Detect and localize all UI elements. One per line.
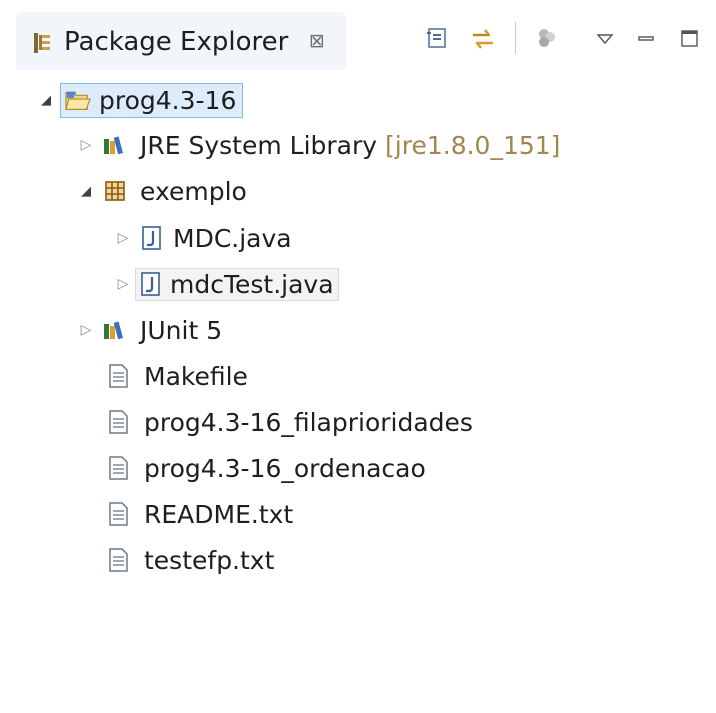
tree-item-label: mdcTest.java [170, 269, 334, 299]
expanded-twisty-icon[interactable]: ◢ [76, 181, 96, 201]
expanded-twisty-icon[interactable]: ◢ [36, 90, 56, 110]
tree-item-package[interactable]: ◢ exemplo [76, 171, 251, 211]
close-icon[interactable]: ⊠ [309, 30, 325, 52]
tree-item-label: JUnit 5 [140, 315, 223, 345]
tree-item-filaprioridades[interactable]: prog4.3-16_filaprioridades [100, 402, 477, 442]
package-explorer-icon [32, 32, 54, 54]
tree-item-label: prog4.3-16 [99, 85, 237, 115]
text-file-icon [106, 501, 132, 527]
tree-item-label: prog4.3-16_filaprioridades [144, 407, 473, 437]
java-file-icon [139, 225, 165, 251]
collapsed-twisty-icon[interactable]: ▷ [76, 135, 96, 155]
collapsed-twisty-icon[interactable]: ▷ [113, 228, 133, 248]
text-file-icon [106, 455, 132, 481]
maximize-icon[interactable] [675, 24, 705, 54]
text-file-icon [106, 547, 132, 573]
tree-item-junit-library[interactable]: ▷ JUnit 5 [76, 310, 226, 350]
library-icon [102, 132, 128, 158]
tree-item-mdc-java[interactable]: ▷ MDC.java [113, 218, 296, 258]
tree-item-label: prog4.3-16_ordenacao [144, 453, 426, 483]
tree-item-makefile[interactable]: Makefile [100, 356, 252, 396]
tree-item-ordenacao[interactable]: prog4.3-16_ordenacao [100, 448, 430, 488]
collapsed-twisty-icon[interactable]: ▷ [113, 274, 133, 294]
view-menu-icon[interactable] [590, 24, 620, 54]
tree-item-testefp[interactable]: testefp.txt [100, 540, 278, 580]
jre-version-decoration: [jre1.8.0_151] [385, 130, 561, 160]
tree-item-label: README.txt [144, 499, 294, 529]
tree-item-label: Makefile [144, 361, 248, 391]
tree-item-label: exemplo [140, 176, 247, 206]
text-file-icon [106, 363, 132, 389]
view-header: Package Explorer ⊠ [0, 0, 716, 70]
tree-item-label: JRE System Library [jre1.8.0_151] [140, 130, 561, 160]
package-icon [102, 178, 128, 204]
toolbar-separator [515, 22, 516, 54]
text-file-icon [106, 409, 132, 435]
open-project-folder-icon [65, 87, 91, 113]
view-title: Package Explorer [64, 27, 289, 57]
selected-item[interactable]: prog4.3-16 [60, 82, 244, 118]
collapse-all-icon[interactable] [423, 24, 453, 54]
tree-item-label: testefp.txt [144, 545, 275, 575]
tree-item-mdctest-java[interactable]: ▷ mdcTest.java [113, 264, 339, 304]
library-icon [102, 317, 128, 343]
hovered-item[interactable]: mdcTest.java [135, 267, 339, 301]
collapsed-twisty-icon[interactable]: ▷ [76, 320, 96, 340]
java-file-icon [138, 271, 164, 297]
tree-item-jre-library[interactable]: ▷ JRE System Library [jre1.8.0_151] [76, 125, 564, 165]
package-explorer-view: Package Explorer ⊠ ◢ prog4.3-16 ▷ JRE Sy… [0, 0, 716, 713]
tree-item-readme[interactable]: README.txt [100, 494, 297, 534]
minimize-icon[interactable] [631, 24, 661, 54]
filters-icon[interactable] [532, 24, 562, 54]
link-with-editor-icon[interactable] [468, 24, 498, 54]
tree-item-project[interactable]: ◢ prog4.3-16 [36, 80, 244, 120]
tree-item-label: MDC.java [173, 223, 292, 253]
